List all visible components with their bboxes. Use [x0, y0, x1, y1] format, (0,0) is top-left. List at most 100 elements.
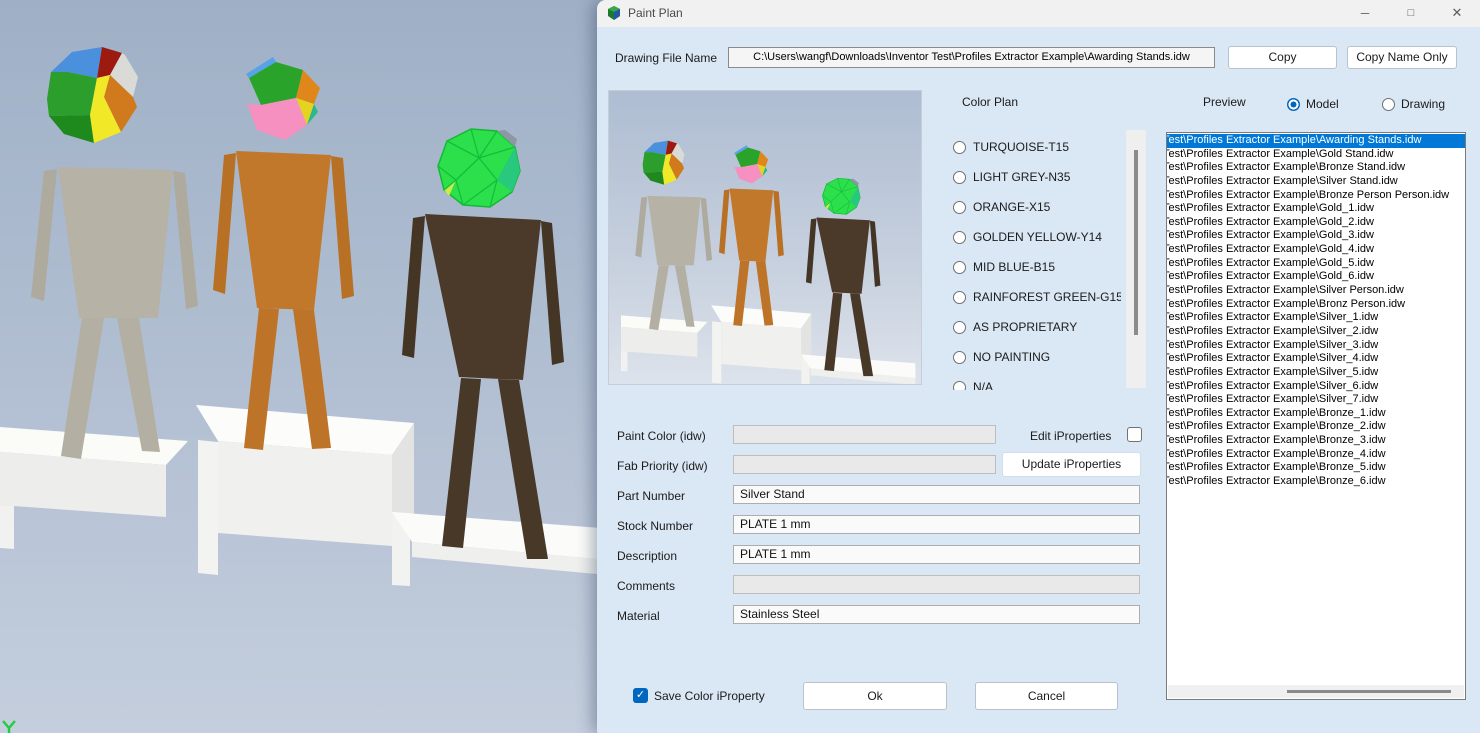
gold-figure-head [246, 57, 320, 140]
drawing-list-item[interactable]: Test\Profiles Extractor Example\Silver_7… [1167, 393, 1465, 407]
update-iproperties-button[interactable]: Update iProperties [1002, 452, 1141, 477]
drawing-list-item[interactable]: Test\Profiles Extractor Example\Silver_1… [1167, 311, 1465, 325]
drawing-file-name-field[interactable]: C:\Users\wangf\Downloads\Inventor Test\P… [728, 47, 1215, 68]
silver-figure-head [47, 47, 138, 143]
drawing-list-item[interactable]: Test\Profiles Extractor Example\Gold_2.i… [1167, 216, 1465, 230]
color-plan-list: TURQUOISE-T15 LIGHT GREY-N35 ORANGE-X15 … [953, 132, 1121, 390]
drawing-list-item[interactable]: Test\Profiles Extractor Example\Bronze_4… [1167, 448, 1465, 462]
part-number-field[interactable]: Silver Stand [733, 485, 1140, 504]
drawing-list-item[interactable]: Test\Profiles Extractor Example\Silver_2… [1167, 325, 1465, 339]
drawing-list-hscrollbar-thumb[interactable] [1287, 690, 1451, 693]
drawing-list-item[interactable]: Test\Profiles Extractor Example\Silver_4… [1167, 352, 1465, 366]
comments-label: Comments [617, 579, 676, 593]
drawing-list-item[interactable]: Test\Profiles Extractor Example\Bronze S… [1167, 161, 1465, 175]
color-plan-radio-icon[interactable] [953, 230, 966, 244]
drawing-file-name-label: Drawing File Name [615, 51, 718, 65]
drawing-list-item[interactable]: Test\Profiles Extractor Example\Silver P… [1167, 284, 1465, 298]
color-plan-option-label: N/A [973, 380, 994, 390]
color-plan-label: Color Plan [962, 95, 1019, 109]
material-label: Material [617, 609, 660, 623]
paint-color-label: Paint Color (idw) [617, 429, 706, 443]
color-plan-radio-icon[interactable] [953, 260, 966, 274]
color-plan-scrollbar-thumb[interactable] [1134, 150, 1138, 335]
stock-number-field[interactable]: PLATE 1 mm [733, 515, 1140, 534]
color-plan-option[interactable]: MID BLUE-B15 [953, 252, 1121, 282]
drawing-list-item[interactable]: Test\Profiles Extractor Example\Bronz Pe… [1167, 298, 1465, 312]
color-plan-option[interactable]: AS PROPRIETARY [953, 312, 1121, 342]
drawing-list-item[interactable]: Test\Profiles Extractor Example\Bronze_2… [1167, 420, 1465, 434]
model-radio-icon[interactable] [1287, 97, 1300, 111]
drawing-list-item[interactable]: Test\Profiles Extractor Example\Gold_1.i… [1167, 202, 1465, 216]
silver-figure [31, 47, 198, 459]
color-plan-radio-icon[interactable] [953, 380, 966, 390]
part-number-label: Part Number [617, 489, 686, 503]
drawing-list[interactable]: Test\Profiles Extractor Example\Awarding… [1166, 132, 1466, 700]
color-plan-option-label: LIGHT GREY-N35 [973, 170, 1071, 184]
model-radio-label: Model [1306, 97, 1339, 111]
color-plan-radio-icon[interactable] [953, 200, 966, 214]
drawing-list-item[interactable]: Test\Profiles Extractor Example\Awarding… [1167, 134, 1465, 148]
maximize-button[interactable]: □ [1394, 0, 1428, 26]
paint-plan-dialog: Paint Plan ─ □ ✕ Drawing File Name C:\Us… [597, 0, 1480, 733]
color-plan-radio-icon[interactable] [953, 290, 966, 304]
drawing-list-item[interactable]: Test\Profiles Extractor Example\Gold_3.i… [1167, 229, 1465, 243]
description-label: Description [617, 549, 678, 563]
color-plan-option[interactable]: ORANGE-X15 [953, 192, 1121, 222]
color-plan-option[interactable]: NO PAINTING [953, 342, 1121, 372]
color-plan-option-label: MID BLUE-B15 [973, 260, 1056, 274]
close-button[interactable]: ✕ [1440, 0, 1474, 26]
save-color-label: Save Color iProperty [654, 689, 765, 703]
drawing-list-item[interactable]: Test\Profiles Extractor Example\Gold Sta… [1167, 148, 1465, 162]
drawing-list-item[interactable]: Test\Profiles Extractor Example\Bronze_3… [1167, 434, 1465, 448]
comments-field[interactable] [733, 575, 1140, 594]
awarding-stands-3d-scene [0, 47, 640, 733]
color-plan-option[interactable]: N/A [953, 372, 1121, 390]
cancel-button[interactable]: Cancel [975, 682, 1118, 710]
color-plan-radio-icon[interactable] [953, 350, 966, 364]
gold-figure [213, 57, 354, 450]
color-plan-radio-icon[interactable] [953, 170, 966, 184]
bronze-figure-head [437, 128, 521, 208]
copy-name-only-button[interactable]: Copy Name Only [1347, 46, 1457, 69]
drawing-radio-icon[interactable] [1382, 97, 1395, 111]
fab-priority-label: Fab Priority (idw) [617, 459, 708, 473]
paint-color-field[interactable] [733, 425, 996, 444]
preview-radio-drawing[interactable]: Drawing [1382, 97, 1445, 111]
ok-button[interactable]: Ok [803, 682, 947, 710]
color-plan-option-label: GOLDEN YELLOW-Y14 [973, 230, 1102, 244]
copy-button[interactable]: Copy [1228, 46, 1337, 69]
color-plan-option-label: NO PAINTING [973, 350, 1051, 364]
minimize-button[interactable]: ─ [1348, 0, 1382, 26]
origin-indicator-icon [2, 720, 16, 733]
color-plan-scrollbar[interactable] [1126, 130, 1146, 388]
drawing-list-item[interactable]: Test\Profiles Extractor Example\Gold_6.i… [1167, 270, 1465, 284]
drawing-list-item[interactable]: Test\Profiles Extractor Example\Silver S… [1167, 175, 1465, 189]
app-cube-icon [608, 6, 620, 20]
color-plan-option[interactable]: TURQUOISE-T15 [953, 132, 1121, 162]
preview-radio-model[interactable]: Model [1287, 97, 1339, 111]
dialog-titlebar[interactable]: Paint Plan ─ □ ✕ [597, 0, 1480, 27]
screenshot-root: Paint Plan ─ □ ✕ Drawing File Name C:\Us… [0, 0, 1480, 733]
color-plan-radio-icon[interactable] [953, 140, 966, 154]
color-plan-radio-icon[interactable] [953, 320, 966, 334]
drawing-list-item[interactable]: Test\Profiles Extractor Example\Silver_6… [1167, 380, 1465, 394]
drawing-list-hscrollbar[interactable] [1168, 685, 1464, 698]
drawing-list-item[interactable]: Test\Profiles Extractor Example\Silver_5… [1167, 366, 1465, 380]
stock-number-label: Stock Number [617, 519, 694, 533]
color-plan-option[interactable]: RAINFOREST GREEN-G15 [953, 282, 1121, 312]
drawing-list-item[interactable]: Test\Profiles Extractor Example\Gold_4.i… [1167, 243, 1465, 257]
color-plan-option[interactable]: GOLDEN YELLOW-Y14 [953, 222, 1121, 252]
drawing-list-item[interactable]: Test\Profiles Extractor Example\Bronze P… [1167, 189, 1465, 203]
drawing-list-item[interactable]: Test\Profiles Extractor Example\Bronze_6… [1167, 475, 1465, 489]
save-color-checkbox[interactable] [633, 688, 648, 703]
description-field[interactable]: PLATE 1 mm [733, 545, 1140, 564]
drawing-list-item[interactable]: Test\Profiles Extractor Example\Bronze_1… [1167, 407, 1465, 421]
fab-priority-field[interactable] [733, 455, 996, 474]
drawing-list-item[interactable]: Test\Profiles Extractor Example\Silver_3… [1167, 339, 1465, 353]
dialog-title: Paint Plan [628, 6, 683, 20]
drawing-list-item[interactable]: Test\Profiles Extractor Example\Bronze_5… [1167, 461, 1465, 475]
material-field[interactable]: Stainless Steel [733, 605, 1140, 624]
color-plan-option[interactable]: LIGHT GREY-N35 [953, 162, 1121, 192]
edit-iproperties-checkbox[interactable] [1127, 427, 1142, 442]
drawing-list-item[interactable]: Test\Profiles Extractor Example\Gold_5.i… [1167, 257, 1465, 271]
